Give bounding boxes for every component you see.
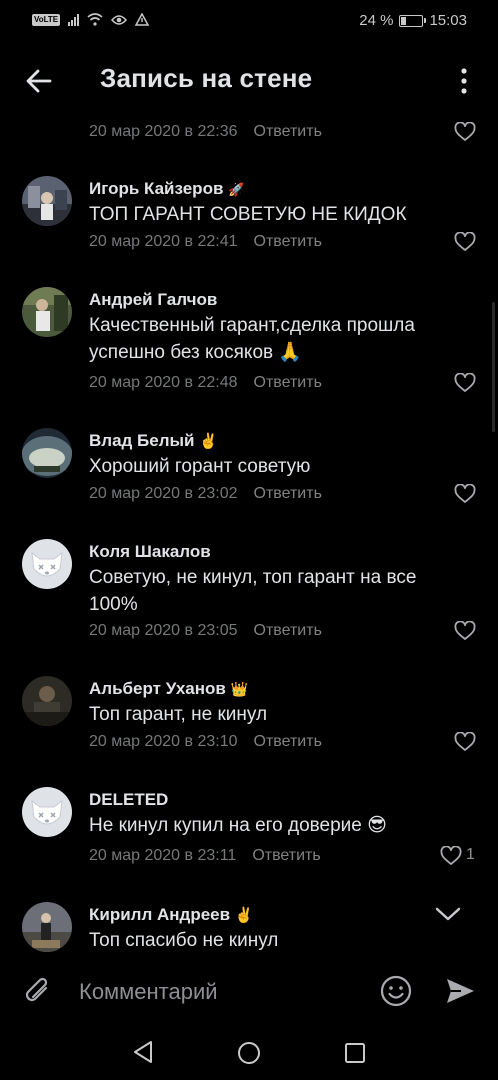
status-right: 24 % 15:03 — [359, 13, 467, 29]
avatar[interactable] — [22, 539, 72, 589]
comment-text: Топ гарант, не кинул — [89, 704, 268, 725]
paperclip-icon[interactable] — [22, 974, 54, 1008]
comment-date: 20 мар 2020 в 22:41 — [89, 233, 238, 250]
avatar[interactable] — [22, 176, 72, 226]
comment-meta: 20 мар 2020 в 23:02 Ответить — [89, 484, 322, 504]
reply-button[interactable]: Ответить — [254, 622, 322, 639]
nav-back-icon[interactable] — [132, 1040, 154, 1064]
author-name: Альберт Уханов — [89, 679, 226, 698]
comment-input[interactable] — [79, 976, 359, 1008]
comment-meta: 20 мар 2020 в 23:05 Ответить — [89, 621, 322, 641]
avatar[interactable] — [22, 287, 72, 337]
comment-meta: 20 мар 2020 в 22:36 Ответить — [89, 122, 322, 142]
comment-composer — [0, 960, 498, 1022]
send-icon[interactable] — [444, 975, 476, 1007]
clock: 15:03 — [429, 12, 467, 29]
more-vertical-icon[interactable] — [452, 66, 476, 96]
comment-date: 20 мар 2020 в 23:02 — [89, 485, 238, 502]
status-left: VoLTE — [32, 13, 150, 26]
author-name: Кирилл Андреев — [89, 905, 231, 924]
author-name: Игорь Кайзеров — [89, 179, 224, 198]
reply-button[interactable]: Ответить — [254, 733, 322, 750]
comment-author[interactable]: Альберт Уханов 👑 — [89, 678, 248, 700]
heart-icon[interactable] — [454, 373, 476, 393]
smile-icon[interactable] — [379, 974, 413, 1008]
comment-meta: 20 мар 2020 в 23:10 Ответить — [89, 732, 322, 752]
status-bar: VoLTE 24 % 15:03 — [0, 0, 498, 44]
eye-icon — [111, 14, 128, 25]
reply-button[interactable]: Ответить — [254, 123, 322, 140]
comment-date: 20 мар 2020 в 22:36 — [89, 123, 238, 140]
wifi-icon — [87, 13, 103, 26]
comment-text: Топ спасибо не кинул — [89, 930, 279, 951]
comment-author[interactable]: Андрей Галчов — [89, 289, 217, 311]
system-nav-bar — [0, 1022, 498, 1080]
app-header: Запись на стене — [0, 48, 498, 114]
avatar[interactable] — [22, 902, 72, 952]
comment-meta: 20 мар 2020 в 22:41 Ответить — [89, 232, 322, 252]
avatar[interactable] — [22, 428, 72, 478]
comment-date: 20 мар 2020 в 22:48 — [89, 374, 238, 391]
nav-home-icon[interactable] — [237, 1041, 261, 1065]
nav-recent-icon[interactable] — [344, 1042, 366, 1064]
avatar[interactable] — [22, 676, 72, 726]
reply-button[interactable]: Ответить — [254, 485, 322, 502]
chevron-down-icon[interactable] — [418, 884, 478, 944]
like-count: 1 — [466, 846, 475, 863]
heart-icon[interactable] — [440, 846, 462, 866]
comment-text: Не кинул купил на его доверие 😎 — [89, 815, 387, 836]
comment-text: Качественный гарант,сделка прошла успешн… — [89, 315, 415, 363]
comment-meta: 20 мар 2020 в 23:11 Ответить — [89, 846, 321, 866]
alert-icon — [135, 13, 150, 26]
volte-icon: VoLTE — [32, 13, 61, 26]
victory-hand-icon: ✌️ — [199, 433, 218, 450]
battery-icon — [399, 15, 427, 27]
scrollbar[interactable] — [492, 302, 495, 432]
crown-icon: 👑 — [230, 681, 249, 697]
comment-author[interactable]: Игорь Кайзеров 🚀 — [89, 178, 244, 201]
comment-text: Хороший горант советую — [89, 456, 311, 477]
comment-author[interactable]: Влад Белый ✌️ — [89, 430, 218, 453]
reply-button[interactable]: Ответить — [254, 233, 322, 250]
comment-author[interactable]: Кирилл Андреев ✌️ — [89, 904, 254, 927]
comment-meta: 20 мар 2020 в 22:48 Ответить — [89, 373, 322, 393]
comment-text: Советую, не кинул, топ гарант на все 100… — [89, 567, 417, 615]
signal-icon — [68, 13, 80, 26]
heart-icon[interactable] — [454, 484, 476, 504]
heart-icon[interactable] — [454, 732, 476, 752]
comment-author[interactable]: DELETED — [89, 789, 168, 811]
comment-date: 20 мар 2020 в 23:10 — [89, 733, 238, 750]
arrow-left-icon[interactable] — [22, 64, 56, 98]
author-name: Влад Белый — [89, 431, 195, 450]
victory-hand-icon: ✌️ — [234, 907, 254, 924]
avatar[interactable] — [22, 787, 72, 837]
rocket-badge-icon: 🚀 — [228, 182, 245, 197]
comment-text: ТОП ГАРАНТ СОВЕТУЮ НЕ КИДОК — [89, 204, 407, 225]
default-avatar-icon — [22, 539, 72, 589]
heart-icon[interactable] — [454, 122, 476, 142]
heart-icon[interactable] — [454, 232, 476, 252]
reply-button[interactable]: Ответить — [254, 374, 322, 391]
comment-author[interactable]: Коля Шакалов — [89, 541, 211, 563]
comment-date: 20 мар 2020 в 23:05 — [89, 622, 238, 639]
heart-icon[interactable] — [454, 621, 476, 641]
comment-date: 20 мар 2020 в 23:11 — [89, 847, 237, 864]
page-title: Запись на стене — [100, 63, 313, 93]
reply-button[interactable]: Ответить — [252, 847, 320, 864]
default-avatar-icon — [22, 787, 72, 837]
battery-percent: 24 % — [359, 12, 394, 29]
